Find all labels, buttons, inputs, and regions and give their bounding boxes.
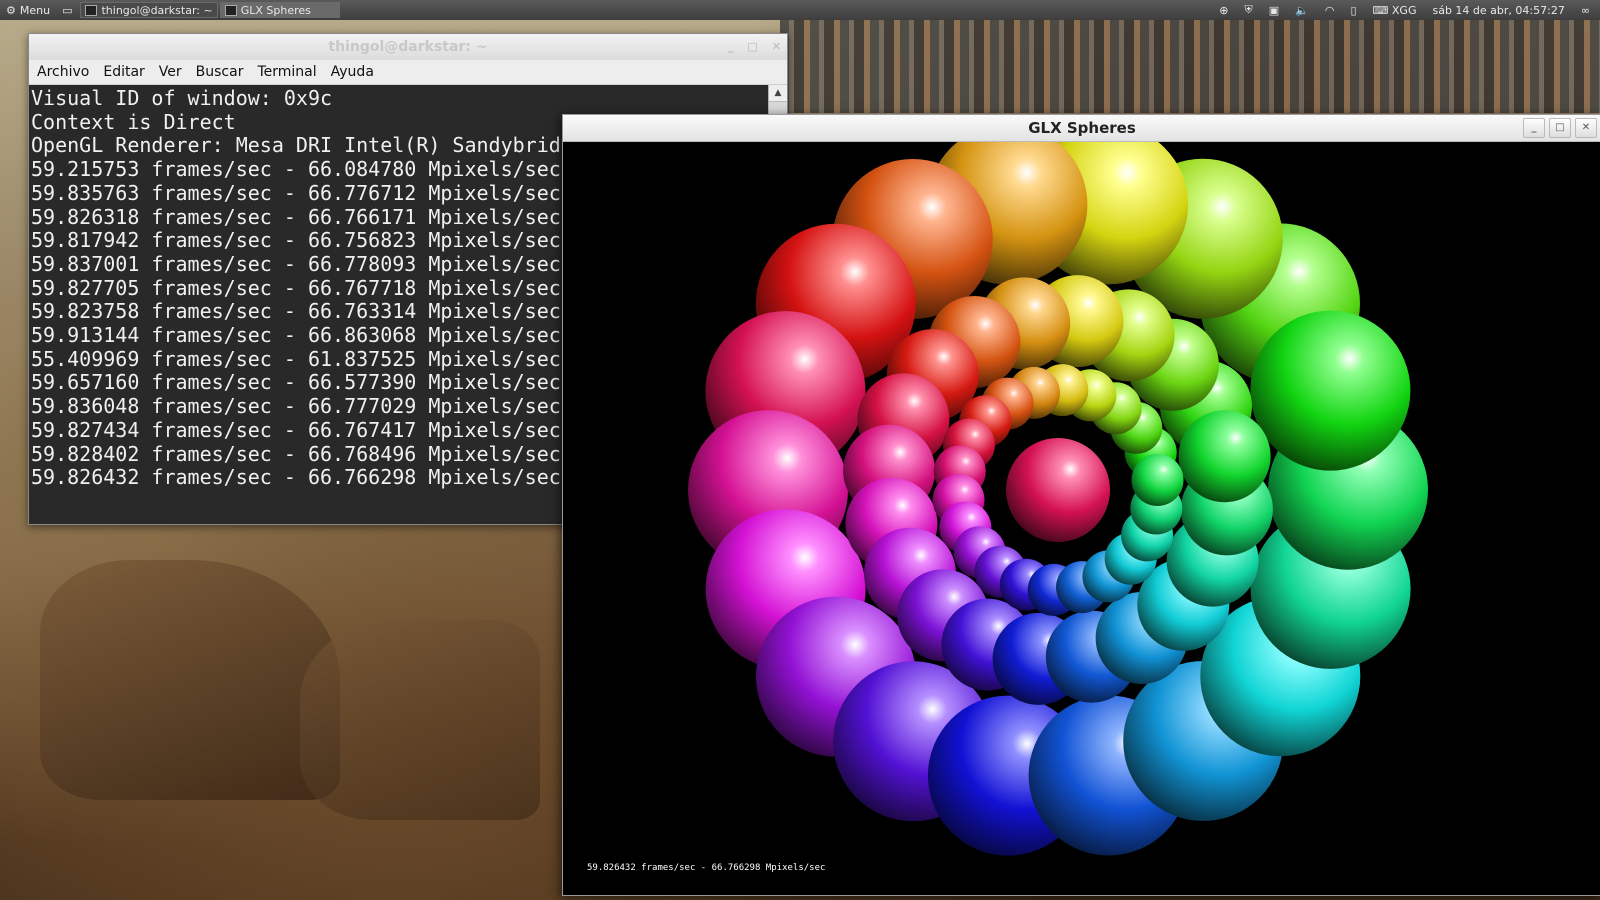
menu-item-editar[interactable]: Editar <box>103 64 144 80</box>
maximize-icon[interactable]: □ <box>747 34 757 60</box>
desktop-icon: ▭ <box>62 3 73 17</box>
scroll-up-icon[interactable]: ▲ <box>769 85 787 102</box>
maximize-icon[interactable]: □ <box>1549 118 1571 138</box>
sphere <box>1131 454 1184 506</box>
close-icon[interactable]: ✕ <box>1575 118 1597 138</box>
fps-readout: 59.826432 frames/sec - 66.766298 Mpixels… <box>587 863 826 873</box>
menu-item-archivo[interactable]: Archivo <box>37 64 89 80</box>
close-icon[interactable]: ✕ <box>772 34 781 60</box>
sphere <box>1178 410 1271 503</box>
taskbar-item-label: thingol@darkstar: ~ <box>101 3 213 17</box>
keyboard-layout[interactable]: ⌨ XGG <box>1373 4 1417 17</box>
wallpaper-rock <box>40 560 340 800</box>
terminal-line: Visual ID of window: 0x9c <box>31 86 333 110</box>
screen-icon[interactable]: ▣ <box>1269 4 1279 17</box>
gear-icon: ⚙ <box>6 3 16 17</box>
window-icon <box>224 4 237 16</box>
session-icon[interactable]: ∞ <box>1581 4 1590 17</box>
terminal-menubar: Archivo Editar Ver Buscar Terminal Ayuda <box>29 60 787 85</box>
window-title: thingol@darkstar: ~ <box>328 39 488 55</box>
glx-titlebar[interactable]: GLX Spheres _ □ ✕ <box>563 115 1600 142</box>
taskbar-item-terminal[interactable]: thingol@darkstar: ~ <box>80 2 218 18</box>
minimize-icon[interactable]: _ <box>1523 118 1545 138</box>
minimize-icon[interactable]: _ <box>728 34 734 60</box>
volume-icon[interactable]: 🔈 <box>1295 4 1309 17</box>
top-panel: ⚙ Menu ▭ thingol@darkstar: ~ GLX Spheres… <box>0 0 1600 20</box>
glx-window: GLX Spheres _ □ ✕ 59.826432 frames/sec -… <box>562 114 1600 896</box>
network-manager-icon[interactable]: ⊕ <box>1219 4 1228 17</box>
menu-label: Menu <box>19 3 51 17</box>
terminal-icon <box>85 4 98 16</box>
terminal-titlebar[interactable]: thingol@darkstar: ~ _ □ ✕ <box>29 34 787 60</box>
window-title: GLX Spheres <box>1028 119 1136 137</box>
menu-item-terminal[interactable]: Terminal <box>257 64 316 80</box>
spheres-canvas[interactable] <box>563 142 1600 895</box>
wallpaper-city <box>780 18 1600 113</box>
keyboard-icon: ⌨ <box>1372 3 1389 17</box>
wifi-icon[interactable]: ◠ <box>1325 4 1335 17</box>
wallpaper-rock <box>300 620 540 820</box>
shield-icon[interactable]: ⛨ <box>1244 3 1252 17</box>
show-desktop-button[interactable]: ▭ <box>56 1 78 19</box>
clock[interactable]: sáb 14 de abr, 04:57:27 <box>1432 4 1564 17</box>
menu-button[interactable]: ⚙ Menu <box>0 1 56 19</box>
menu-item-ver[interactable]: Ver <box>159 64 182 80</box>
taskbar-item-label: GLX Spheres <box>240 3 311 17</box>
sphere <box>1250 310 1411 471</box>
taskbar-item-glx[interactable]: GLX Spheres <box>219 2 340 18</box>
menu-item-buscar[interactable]: Buscar <box>196 64 244 80</box>
battery-icon[interactable]: ▯ <box>1350 4 1356 17</box>
center-sphere <box>1006 438 1110 542</box>
system-tray: ⊕ ⛨ ▣ 🔈 ◠ ▯ ⌨ XGG sáb 14 de abr, 04:57:2… <box>1219 3 1600 17</box>
menu-item-ayuda[interactable]: Ayuda <box>331 64 374 80</box>
